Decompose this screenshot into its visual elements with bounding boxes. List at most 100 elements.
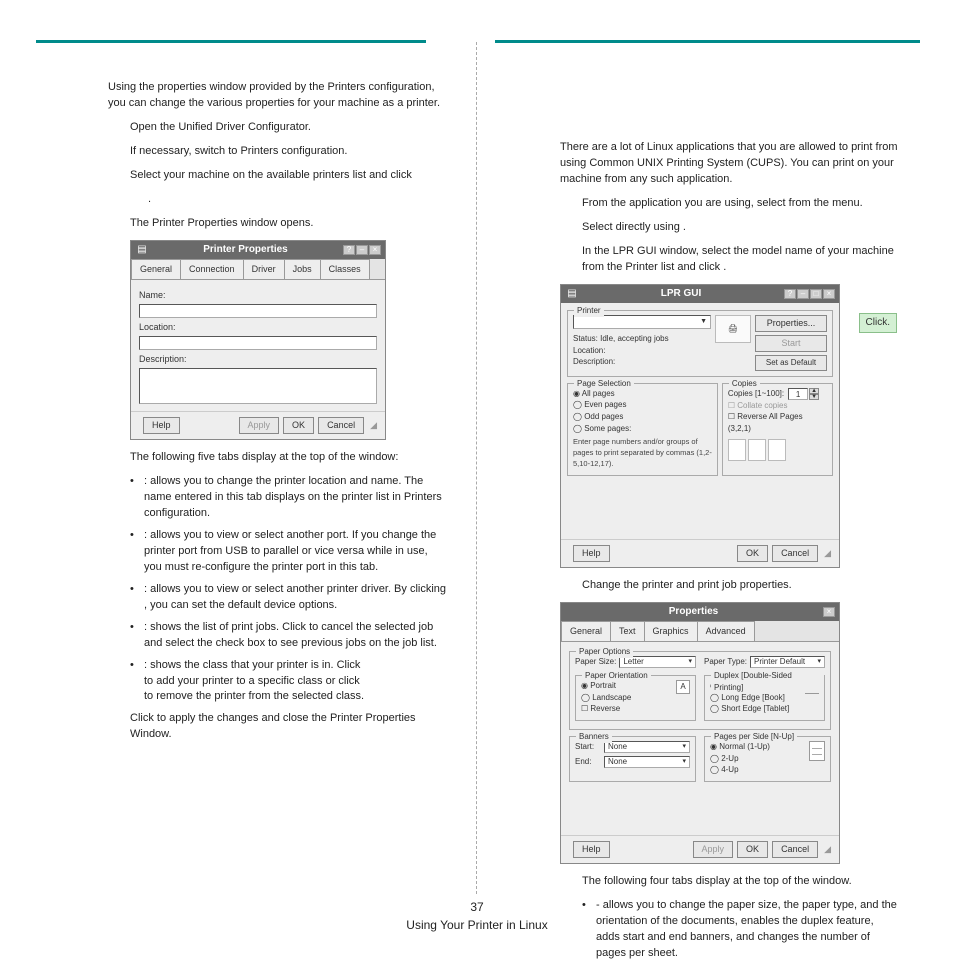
right-column: There are a lot of Linux applications th… bbox=[560, 140, 900, 968]
header-rule-left bbox=[36, 40, 426, 43]
paper-size-dropdown[interactable]: Letter▾ bbox=[619, 656, 696, 668]
location-input[interactable] bbox=[139, 336, 377, 350]
page-selection-fieldset: Page Selection All pages Even pages Odd … bbox=[567, 383, 718, 476]
cancel-button[interactable]: Cancel bbox=[772, 545, 818, 562]
banners-fieldset: Banners Start:None▾ End:None▾ bbox=[569, 736, 696, 782]
printer-dropdown[interactable]: ▼ bbox=[573, 315, 711, 329]
column-divider bbox=[476, 42, 477, 894]
paper-options-legend: Paper Options bbox=[576, 646, 633, 658]
duplex-short-radio[interactable]: Short Edge [Tablet] bbox=[710, 703, 801, 715]
landscape-radio[interactable]: Landscape bbox=[581, 692, 672, 704]
reverse-checkbox[interactable]: Reverse All Pages (3,2,1) bbox=[728, 411, 827, 434]
close-b: to apply the changes and close the Print… bbox=[130, 712, 416, 740]
location-text: Location: bbox=[573, 345, 711, 357]
description-input[interactable] bbox=[139, 368, 377, 404]
even-pages-radio[interactable]: Even pages bbox=[573, 399, 712, 411]
left-column: Using the properties window provided by … bbox=[108, 80, 448, 751]
help-button[interactable]: Help bbox=[573, 545, 610, 562]
all-pages-radio[interactable]: All pages bbox=[573, 388, 712, 400]
name-input[interactable] bbox=[139, 304, 377, 318]
right-step3: In the LPR GUI window, select the model … bbox=[582, 244, 900, 276]
step-1: Open the Unified Driver Configurator. bbox=[130, 120, 448, 136]
reverse-checkbox[interactable]: Reverse bbox=[581, 703, 672, 715]
prop-titlebar: Properties × bbox=[561, 603, 839, 622]
close-icon[interactable]: × bbox=[369, 245, 381, 255]
ok-button[interactable]: OK bbox=[283, 417, 314, 434]
some-pages-radio[interactable]: Some pages: bbox=[573, 423, 712, 435]
step-3-after: . bbox=[148, 192, 448, 208]
bullet-driver-a: : allows you to view or select another p… bbox=[144, 583, 446, 595]
paper-options-fieldset: Paper Options Paper Size:Letter▾ Paper T… bbox=[569, 651, 831, 730]
minimize-icon[interactable]: – bbox=[797, 289, 809, 299]
tab-text[interactable]: Text bbox=[610, 621, 645, 641]
help-icon[interactable]: ? bbox=[343, 245, 355, 255]
banner-end-dropdown[interactable]: None▾ bbox=[604, 756, 690, 768]
duplex-legend: Duplex [Double-Sided Printing] bbox=[711, 670, 824, 693]
properties-button[interactable]: Properties... bbox=[755, 315, 827, 332]
close-icon[interactable]: × bbox=[823, 607, 835, 617]
right-step1: From the application you are using, sele… bbox=[582, 196, 900, 212]
copies-label: Copies [1~100]: bbox=[728, 388, 784, 400]
dialog-title: Printer Properties bbox=[149, 243, 342, 258]
prop-buttons: Help Apply OK Cancel ◢ bbox=[561, 835, 839, 863]
after-lpr: Change the printer and print job propert… bbox=[582, 578, 900, 594]
resize-grip-icon: ◢ bbox=[370, 419, 377, 432]
banner-start-dropdown[interactable]: None▾ bbox=[604, 741, 690, 753]
description-text: Description: bbox=[573, 356, 711, 368]
tab-advanced[interactable]: Advanced bbox=[697, 621, 755, 641]
cancel-button[interactable]: Cancel bbox=[772, 841, 818, 858]
description-label: Description: bbox=[139, 353, 377, 366]
step-3-text: Select your machine on the available pri… bbox=[130, 169, 412, 181]
ok-button[interactable]: OK bbox=[737, 545, 768, 562]
close-icon[interactable]: × bbox=[823, 289, 835, 299]
apply-button[interactable]: Apply bbox=[693, 841, 734, 858]
step-3: Select your machine on the available pri… bbox=[130, 168, 448, 184]
maximize-icon[interactable]: □ bbox=[810, 289, 822, 299]
after-prop: The following four tabs display at the t… bbox=[582, 874, 900, 890]
dialog-buttons: Help Apply OK Cancel ◢ bbox=[131, 411, 385, 439]
bullet-general-text: : allows you to change the printer locat… bbox=[144, 475, 442, 519]
ok-button[interactable]: OK bbox=[737, 841, 768, 858]
nup-4-radio[interactable]: 4-Up bbox=[710, 764, 805, 776]
bullet-general: •: allows you to change the printer loca… bbox=[130, 474, 448, 522]
collate-checkbox[interactable]: Collate copies bbox=[728, 400, 827, 412]
printer-properties-dialog: ▤ Printer Properties ?–× General Connect… bbox=[130, 240, 386, 441]
nup-1-radio[interactable]: Normal (1-Up) bbox=[710, 741, 805, 753]
nup-preview-icon bbox=[809, 741, 825, 761]
nup-2-radio[interactable]: 2-Up bbox=[710, 753, 805, 765]
orientation-fieldset: Paper Orientation Portrait Landscape Rev… bbox=[575, 675, 696, 721]
cancel-button[interactable]: Cancel bbox=[318, 417, 364, 434]
tab-graphics[interactable]: Graphics bbox=[644, 621, 698, 641]
tab-jobs[interactable]: Jobs bbox=[284, 259, 321, 279]
prop-title: Properties bbox=[565, 605, 822, 620]
help-button[interactable]: Help bbox=[573, 841, 610, 858]
start-button[interactable]: Start bbox=[755, 335, 827, 352]
lpr-buttons: Help OK Cancel ◢ bbox=[561, 539, 839, 567]
tab-general[interactable]: General bbox=[561, 621, 611, 641]
set-default-button[interactable]: Set as Default bbox=[755, 355, 827, 371]
help-icon[interactable]: ? bbox=[784, 289, 796, 299]
tab-connection[interactable]: Connection bbox=[180, 259, 244, 279]
paper-type-dropdown[interactable]: Printer Default▾ bbox=[750, 656, 825, 668]
page-number: 37 bbox=[0, 898, 954, 916]
dialog-titlebar: ▤ Printer Properties ?–× bbox=[131, 241, 385, 260]
page-selection-legend: Page Selection bbox=[574, 378, 634, 390]
prop-body: Paper Options Paper Size:Letter▾ Paper T… bbox=[561, 642, 839, 835]
orientation-legend: Paper Orientation bbox=[582, 670, 651, 682]
tab-classes[interactable]: Classes bbox=[320, 259, 370, 279]
minimize-icon[interactable]: – bbox=[356, 245, 368, 255]
dialog-body: Name: Location: Description: bbox=[131, 280, 385, 411]
banner-start-label: Start: bbox=[575, 741, 601, 753]
tab-driver[interactable]: Driver bbox=[243, 259, 285, 279]
tab-general[interactable]: General bbox=[131, 259, 181, 279]
apply-button[interactable]: Apply bbox=[239, 417, 280, 434]
resize-grip-icon: ◢ bbox=[824, 547, 831, 560]
odd-pages-radio[interactable]: Odd pages bbox=[573, 411, 712, 423]
duplex-long-radio[interactable]: Long Edge [Book] bbox=[710, 692, 801, 704]
duplex-fieldset: Duplex [Double-Sided Printing] None Long… bbox=[704, 675, 825, 721]
copies-spinner[interactable]: 1▲▼ bbox=[788, 388, 819, 400]
printer-icon: 🖨 bbox=[715, 315, 751, 343]
portrait-radio[interactable]: Portrait bbox=[581, 680, 672, 692]
help-button[interactable]: Help bbox=[143, 417, 180, 434]
pps-legend: Pages per Side [N-Up] bbox=[711, 731, 797, 743]
